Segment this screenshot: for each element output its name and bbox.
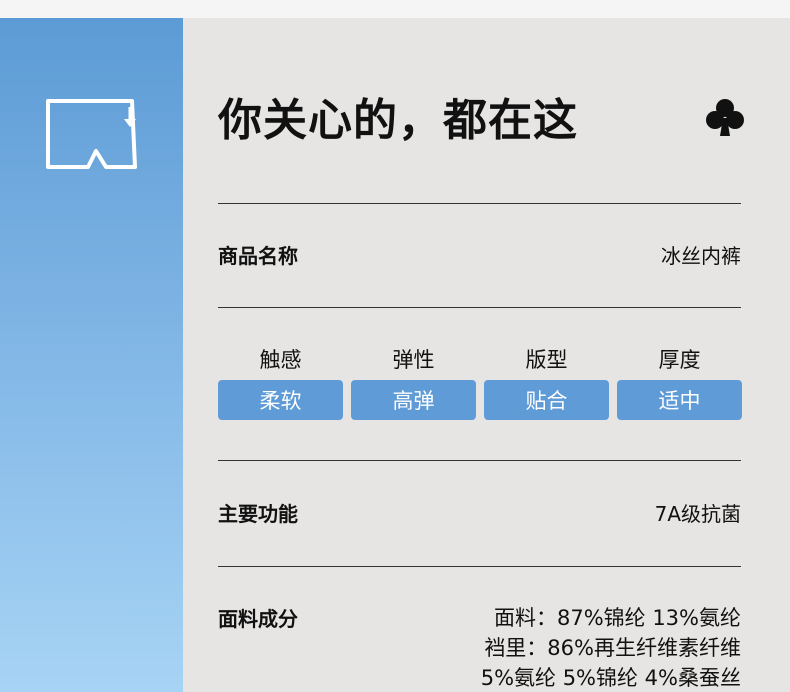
divider-1	[218, 203, 741, 204]
attribute-item: 弹性 高弹	[351, 345, 476, 421]
main-function-label: 主要功能	[218, 502, 298, 526]
page-title: 你关心的，都在这	[218, 95, 578, 146]
divider-4	[218, 566, 741, 567]
divider-2	[218, 307, 741, 308]
product-name-value: 冰丝内裤	[661, 244, 741, 268]
attribute-name: 厚度	[658, 348, 701, 372]
fabric-composition: 面料：87%锦纶 13%氨纶 裆里：86%再生纤维素纤维 5%氨纶 5%锦纶 4…	[481, 603, 741, 692]
attribute-name: 弹性	[392, 348, 435, 372]
attribute-item: 触感 柔软	[218, 345, 343, 421]
shorts-outline-icon	[46, 99, 137, 169]
attribute-grid: 触感 柔软 弹性 高弹 版型 贴合 厚度 适中	[218, 345, 742, 421]
top-strip	[0, 0, 790, 18]
sidebar	[0, 18, 183, 692]
fabric-line: 面料：87%锦纶 13%氨纶	[493, 606, 741, 630]
attribute-item: 版型 贴合	[484, 345, 609, 421]
attribute-chip: 高弹	[351, 380, 476, 420]
fabric-line: 5%氨纶 5%锦纶 4%桑蚕丝	[480, 666, 741, 690]
fabric-label: 面料成分	[218, 607, 298, 631]
attribute-name: 版型	[525, 348, 568, 372]
product-name-label: 商品名称	[218, 244, 298, 268]
attribute-chip: 贴合	[484, 380, 609, 420]
attribute-chip: 适中	[617, 380, 742, 420]
attribute-chip: 柔软	[218, 380, 343, 420]
fabric-line: 裆里：86%再生纤维素纤维	[484, 636, 741, 660]
divider-3	[218, 460, 741, 461]
club-suit-icon	[706, 99, 744, 136]
main-function-value: 7A级抗菌	[654, 502, 741, 526]
attribute-name: 触感	[259, 348, 302, 372]
attribute-item: 厚度 适中	[617, 345, 742, 421]
